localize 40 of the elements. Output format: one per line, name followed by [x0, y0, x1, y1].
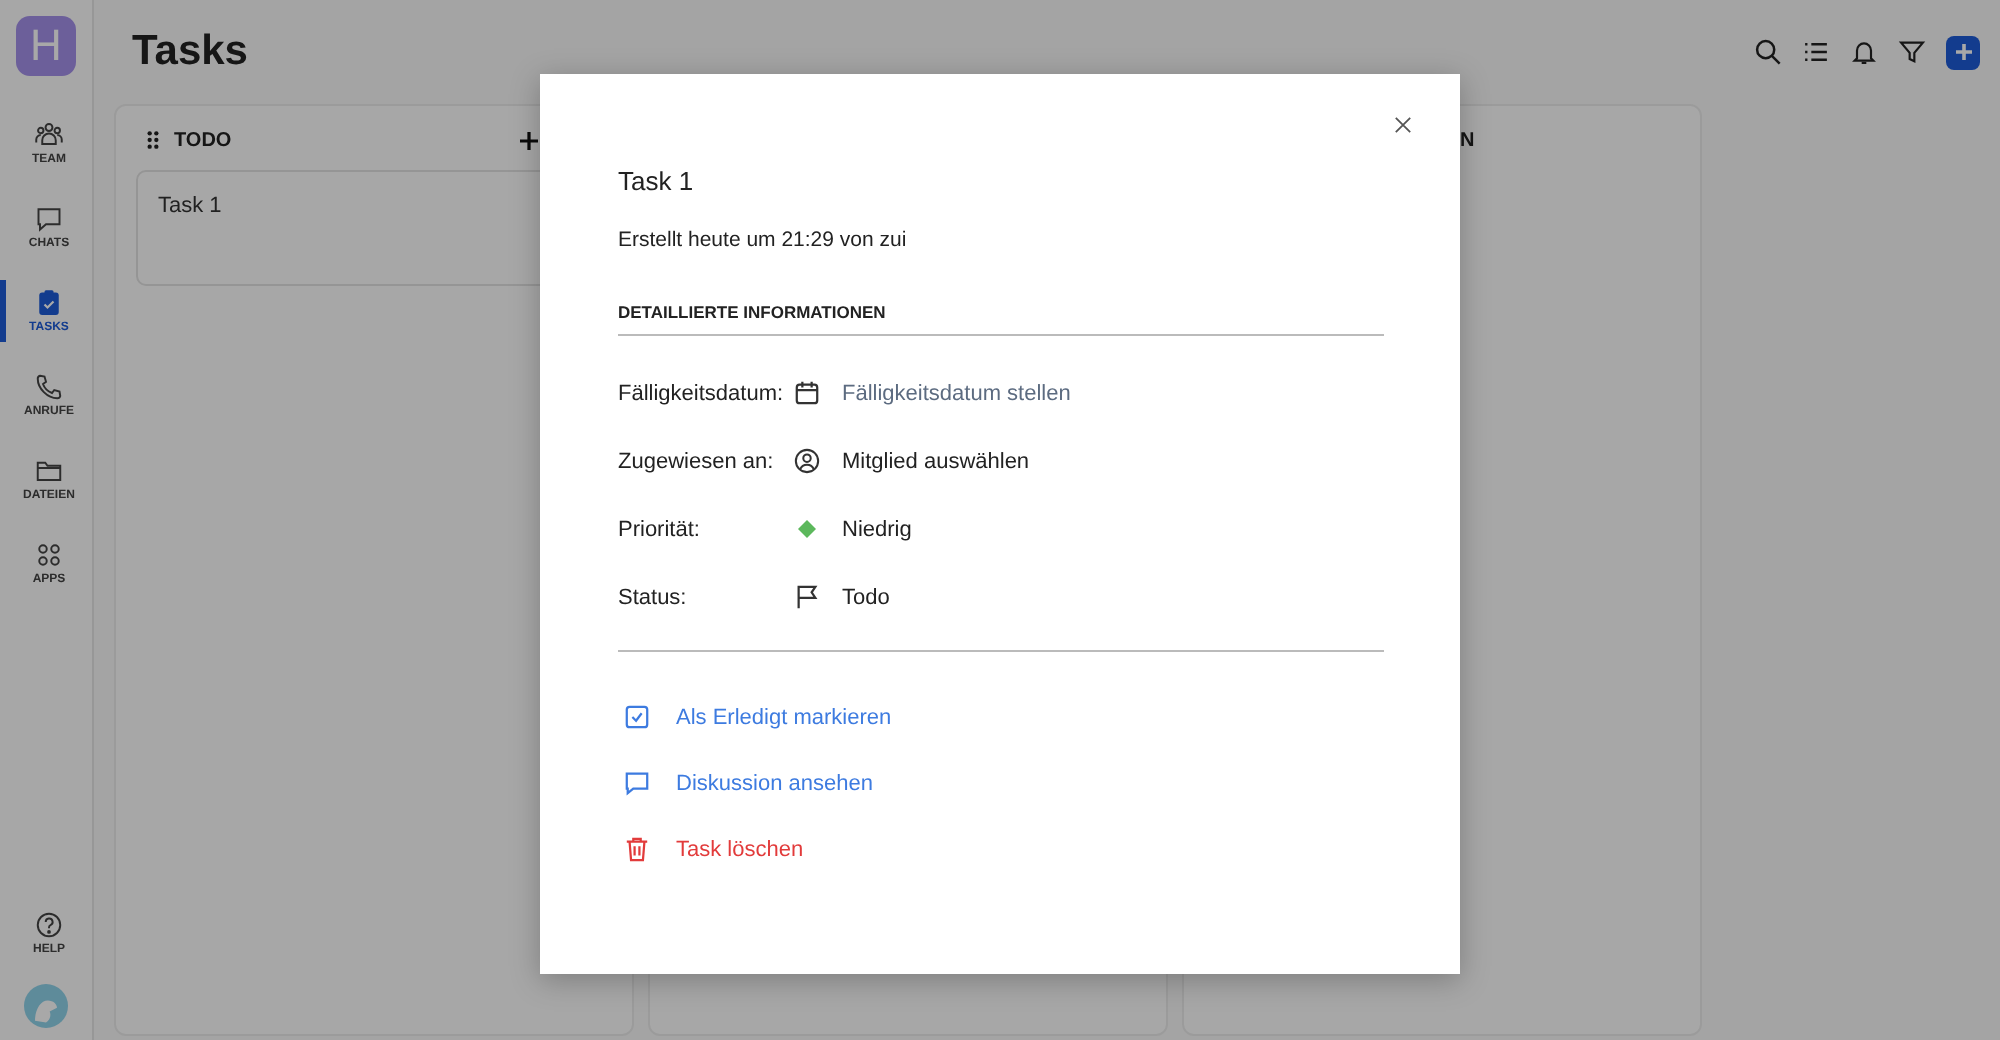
- trash-icon: [624, 836, 650, 862]
- task-title: Task 1: [618, 166, 696, 196]
- field-value[interactable]: Todo: [842, 585, 890, 609]
- list-icon[interactable]: [1802, 38, 1830, 66]
- page-title: Tasks: [132, 28, 250, 76]
- field-value[interactable]: Fälligkeitsdatum stellen: [842, 381, 1071, 405]
- created-info: Erstellt heute um 21:29 von zui: [618, 228, 909, 252]
- delete-link[interactable]: Task löschen: [618, 836, 804, 862]
- plus-icon[interactable]: [519, 131, 538, 149]
- chat-bubble-icon: [34, 204, 64, 234]
- task-title: Task 1: [158, 194, 222, 218]
- close-icon[interactable]: [1394, 116, 1412, 134]
- field-label: Status:: [618, 585, 689, 609]
- field-label: Priorität:: [618, 517, 702, 541]
- add-button[interactable]: [1946, 35, 1980, 69]
- clipboard-check-icon: [34, 288, 64, 318]
- section-heading: DETAILLIERTE INFORMATIONEN: [618, 302, 1384, 336]
- discussion-link[interactable]: Diskussion ansehen: [618, 770, 873, 796]
- field-label: Fälligkeitsdatum:: [618, 381, 786, 405]
- bell-icon[interactable]: [1850, 38, 1878, 66]
- help-icon: [34, 910, 64, 940]
- chat-bubble-icon: [624, 770, 650, 796]
- flag-icon: [794, 584, 820, 610]
- filter-icon[interactable]: [1898, 38, 1926, 66]
- people-icon: [34, 120, 64, 150]
- folder-icon: [34, 456, 64, 486]
- field-value[interactable]: Mitglied auswählen: [842, 449, 1030, 473]
- checkbox-icon: [624, 704, 650, 730]
- column-title: TODO: [174, 129, 232, 151]
- field-label: Zugewiesen an:: [618, 449, 776, 473]
- apps-grid-icon: [34, 540, 64, 570]
- field-value[interactable]: Niedrig: [842, 517, 912, 541]
- mark-done-link[interactable]: Als Erledigt markieren: [618, 704, 892, 730]
- user-icon: [794, 448, 820, 474]
- phone-icon: [34, 372, 64, 402]
- search-icon[interactable]: [1754, 38, 1782, 66]
- calendar-icon: [794, 380, 820, 406]
- column-title: N: [1460, 129, 1475, 151]
- plus-icon: [1953, 42, 1973, 62]
- drag-handle-icon[interactable]: [146, 130, 160, 150]
